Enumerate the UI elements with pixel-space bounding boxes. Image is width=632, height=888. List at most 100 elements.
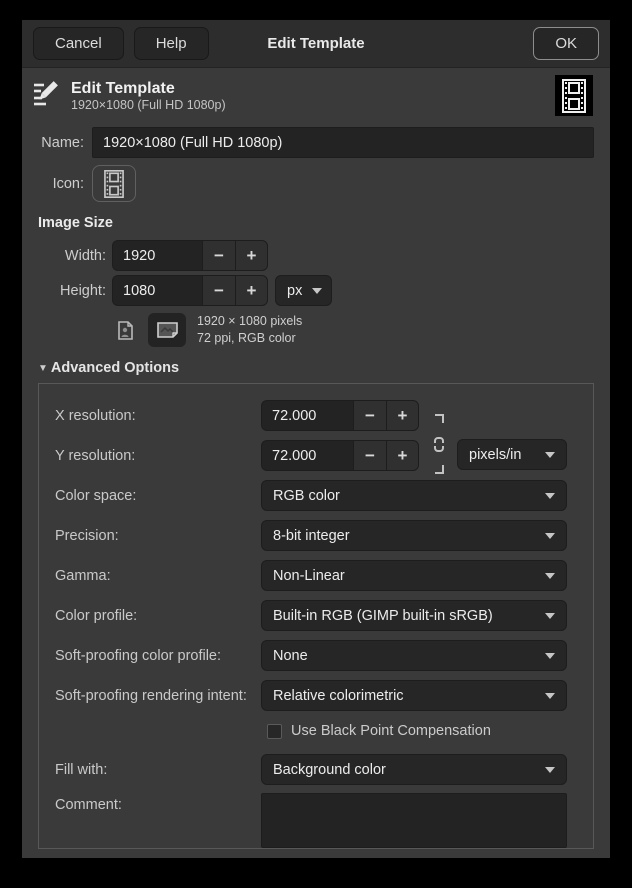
width-row: Width: − + — [50, 240, 594, 271]
height-increase-button[interactable]: + — [235, 275, 268, 306]
x-resolution-decrease-button[interactable]: − — [353, 400, 386, 431]
chevron-down-icon — [545, 493, 555, 499]
soft-proofing-profile-row: Soft-proofing color profile: None — [55, 639, 577, 672]
comment-input[interactable] — [261, 793, 567, 848]
gamma-value: Non-Linear — [273, 568, 345, 584]
fill-with-row: Fill with: Background color — [55, 753, 577, 786]
resolution-unit-dropdown[interactable]: pixels/in — [457, 439, 567, 470]
width-label: Width: — [50, 248, 106, 264]
size-summary-line1: 1920 × 1080 pixels — [197, 313, 302, 330]
portrait-orientation-button[interactable] — [110, 313, 140, 347]
precision-value: 8-bit integer — [273, 528, 350, 544]
advanced-options-panel: X resolution: − + Y resolution: − + — [38, 383, 594, 849]
image-size-heading: Image Size — [38, 215, 594, 231]
expander-triangle-icon: ▼ — [38, 363, 48, 374]
height-label: Height: — [50, 283, 106, 299]
width-input[interactable] — [112, 240, 202, 271]
height-input[interactable] — [112, 275, 202, 306]
info-text: Edit Template 1920×1080 (Full HD 1080p) — [71, 79, 555, 113]
help-button[interactable]: Help — [134, 27, 209, 60]
black-point-compensation-row: Use Black Point Compensation — [267, 719, 577, 743]
color-profile-row: Color profile: Built-in RGB (GIMP built-… — [55, 599, 577, 632]
precision-label: Precision: — [55, 528, 261, 544]
size-unit-dropdown[interactable]: px — [275, 275, 332, 306]
advanced-options-heading: Advanced Options — [51, 360, 179, 376]
width-decrease-button[interactable]: − — [202, 240, 235, 271]
chevron-down-icon — [545, 653, 555, 659]
chain-link-toggle[interactable] — [429, 411, 449, 477]
fill-with-label: Fill with: — [55, 762, 261, 778]
icon-row: Icon: — [38, 165, 594, 202]
info-title: Edit Template — [71, 79, 555, 98]
black-point-compensation-label: Use Black Point Compensation — [291, 723, 491, 739]
icon-label: Icon: — [38, 176, 84, 192]
comment-label: Comment: — [55, 793, 261, 813]
gamma-dropdown[interactable]: Non-Linear — [261, 560, 567, 591]
fill-with-value: Background color — [273, 762, 386, 778]
color-space-row: Color space: RGB color — [55, 479, 577, 512]
x-resolution-label: X resolution: — [55, 408, 261, 424]
color-profile-dropdown[interactable]: Built-in RGB (GIMP built-in sRGB) — [261, 600, 567, 631]
chain-icon — [431, 413, 447, 475]
y-resolution-increase-button[interactable]: + — [386, 440, 419, 471]
soft-proofing-intent-dropdown[interactable]: Relative colorimetric — [261, 680, 567, 711]
chevron-down-icon — [545, 613, 555, 619]
landscape-orientation-button[interactable] — [148, 313, 186, 347]
orientation-summary-row: 1920 × 1080 pixels 72 ppi, RGB color — [110, 313, 594, 347]
comment-row: Comment: — [55, 793, 577, 848]
soft-proofing-intent-row: Soft-proofing rendering intent: Relative… — [55, 679, 577, 712]
template-preview-film-icon — [555, 75, 593, 116]
chevron-down-icon — [545, 767, 555, 773]
edit-template-icon — [30, 77, 62, 114]
size-unit-value: px — [287, 283, 302, 299]
x-resolution-input[interactable] — [261, 400, 353, 431]
size-summary-line2: 72 ppi, RGB color — [197, 330, 302, 347]
width-spinner: − + — [112, 240, 268, 271]
info-header: Edit Template 1920×1080 (Full HD 1080p) — [22, 68, 610, 121]
precision-dropdown[interactable]: 8-bit integer — [261, 520, 567, 551]
fill-with-dropdown[interactable]: Background color — [261, 754, 567, 785]
edit-template-dialog: Cancel Help Edit Template OK Edit Templa… — [22, 20, 610, 858]
x-resolution-increase-button[interactable]: + — [386, 400, 419, 431]
cancel-button[interactable]: Cancel — [33, 27, 124, 60]
ok-button[interactable]: OK — [533, 27, 599, 60]
x-resolution-spinner: − + — [261, 400, 419, 431]
dialog-titlebar: Cancel Help Edit Template OK — [22, 20, 610, 68]
advanced-options-expander[interactable]: ▼ Advanced Options — [38, 360, 594, 376]
color-space-label: Color space: — [55, 488, 261, 504]
size-summary: 1920 × 1080 pixels 72 ppi, RGB color — [197, 313, 302, 347]
soft-proofing-intent-value: Relative colorimetric — [273, 688, 404, 704]
soft-proofing-profile-dropdown[interactable]: None — [261, 640, 567, 671]
x-resolution-row: X resolution: − + — [55, 399, 577, 432]
gamma-row: Gamma: Non-Linear — [55, 559, 577, 592]
y-resolution-decrease-button[interactable]: − — [353, 440, 386, 471]
color-space-value: RGB color — [273, 488, 340, 504]
portrait-page-icon — [118, 321, 133, 340]
name-row: Name: — [38, 127, 594, 158]
chevron-down-icon — [545, 693, 555, 699]
height-decrease-button[interactable]: − — [202, 275, 235, 306]
resolution-block: X resolution: − + Y resolution: − + — [55, 399, 577, 472]
y-resolution-spinner: − + — [261, 440, 419, 471]
soft-proofing-profile-label: Soft-proofing color profile: — [55, 648, 261, 664]
template-icon-button[interactable] — [92, 165, 136, 202]
y-resolution-label: Y resolution: — [55, 448, 261, 464]
y-resolution-input[interactable] — [261, 440, 353, 471]
template-form: Name: Icon: Image Size Width: — [22, 127, 610, 849]
soft-proofing-profile-value: None — [273, 648, 308, 664]
soft-proofing-intent-label: Soft-proofing rendering intent: — [55, 688, 261, 704]
black-point-compensation-checkbox[interactable] — [267, 724, 282, 739]
height-row: Height: − + px — [50, 275, 594, 306]
chevron-down-icon — [545, 452, 555, 458]
precision-row: Precision: 8-bit integer — [55, 519, 577, 552]
info-subtitle: 1920×1080 (Full HD 1080p) — [71, 98, 555, 113]
name-input[interactable] — [92, 127, 594, 158]
film-icon — [103, 170, 125, 198]
width-increase-button[interactable]: + — [235, 240, 268, 271]
name-label: Name: — [38, 135, 84, 151]
color-space-dropdown[interactable]: RGB color — [261, 480, 567, 511]
resolution-unit-value: pixels/in — [469, 447, 521, 463]
gamma-label: Gamma: — [55, 568, 261, 584]
chevron-down-icon — [545, 533, 555, 539]
chevron-down-icon — [312, 288, 322, 294]
